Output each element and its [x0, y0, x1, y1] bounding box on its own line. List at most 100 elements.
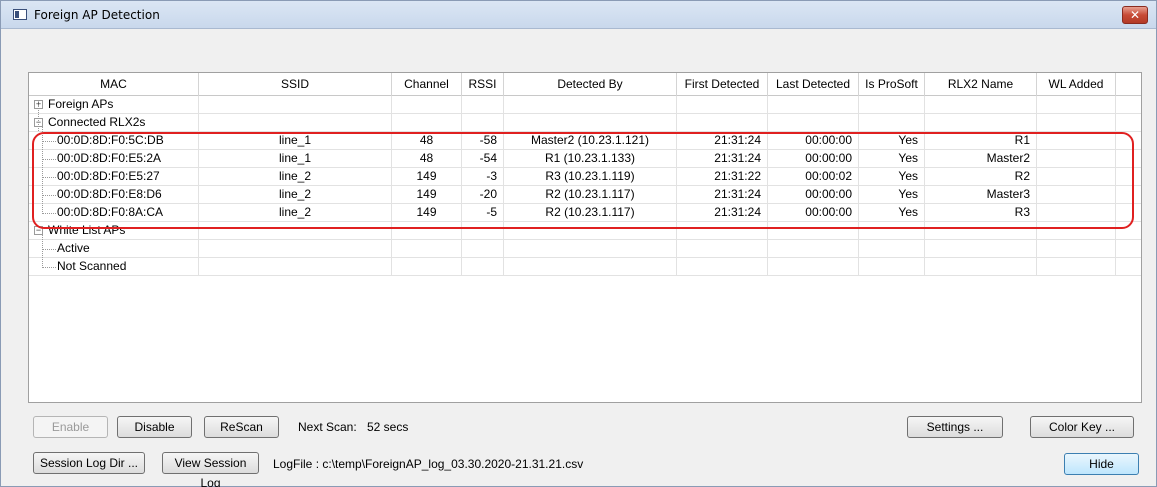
empty-cell: [1037, 114, 1116, 132]
empty-cell: [392, 222, 462, 240]
grid-header: MAC SSID Channel RSSI Detected By First …: [29, 73, 1141, 96]
detected-by-cell: R3 (10.23.1.119): [504, 168, 677, 186]
table-row[interactable]: 00:0D:8D:F0:E8:D6 line_2 149 -20 R2 (10.…: [29, 186, 1141, 204]
empty-cell: [199, 222, 392, 240]
col-header-detected-by[interactable]: Detected By: [504, 73, 677, 96]
item-label: Active: [57, 241, 90, 255]
last-detected-cell: 00:00:00: [768, 132, 859, 150]
empty-cell: [504, 258, 677, 276]
table-row[interactable]: 00:0D:8D:F0:E5:2A line_1 48 -54 R1 (10.2…: [29, 150, 1141, 168]
view-session-log-button[interactable]: View Session Log: [162, 452, 259, 487]
empty-cell: [677, 222, 768, 240]
ssid-cell: line_1: [199, 132, 392, 150]
first-detected-cell: 21:31:24: [677, 132, 768, 150]
ssid-cell: line_1: [199, 150, 392, 168]
channel-cell: 149: [392, 186, 462, 204]
disable-button[interactable]: Disable: [117, 416, 192, 438]
first-detected-cell: 21:31:22: [677, 168, 768, 186]
last-detected-cell: 00:00:00: [768, 150, 859, 168]
col-header-ssid[interactable]: SSID: [199, 73, 392, 96]
empty-cell: [462, 240, 504, 258]
group-label: Connected RLX2s: [48, 115, 146, 129]
rssi-cell: -54: [462, 150, 504, 168]
ap-grid[interactable]: MAC SSID Channel RSSI Detected By First …: [28, 72, 1142, 403]
empty-cell: [462, 222, 504, 240]
wl-added-cell: [1037, 186, 1116, 204]
tree-connector: [42, 159, 56, 160]
rssi-cell: -20: [462, 186, 504, 204]
group-cell: + Foreign APs: [29, 96, 199, 114]
collapse-icon[interactable]: −: [34, 226, 43, 235]
empty-cell: [925, 96, 1037, 114]
app-icon: [13, 9, 27, 20]
group-row-foreign-aps[interactable]: + Foreign APs: [29, 96, 1141, 114]
col-header-last-detected[interactable]: Last Detected: [768, 73, 859, 96]
session-log-dir-button[interactable]: Session Log Dir ...: [33, 452, 145, 474]
first-detected-cell: 21:31:24: [677, 150, 768, 168]
ssid-cell: line_2: [199, 186, 392, 204]
table-row[interactable]: 00:0D:8D:F0:8A:CA line_2 149 -5 R2 (10.2…: [29, 204, 1141, 222]
detected-by-cell: R2 (10.23.1.117): [504, 186, 677, 204]
is-prosoft-cell: Yes: [859, 186, 925, 204]
ssid-cell: line_2: [199, 168, 392, 186]
group-row-white-list-aps[interactable]: − White List APs: [29, 222, 1141, 240]
empty-cell: [677, 96, 768, 114]
empty-cell: [768, 114, 859, 132]
rssi-cell: -58: [462, 132, 504, 150]
close-button[interactable]: ✕: [1122, 6, 1148, 24]
col-header-rlx2-name[interactable]: RLX2 Name: [925, 73, 1037, 96]
empty-cell: [768, 222, 859, 240]
group-cell: − White List APs: [29, 222, 199, 240]
tree-connector: [42, 249, 56, 250]
group-row-connected-rlx2s[interactable]: − Connected RLX2s: [29, 114, 1141, 132]
table-row[interactable]: 00:0D:8D:F0:5C:DB line_1 48 -58 Master2 …: [29, 132, 1141, 150]
foreign-ap-detection-window: Foreign AP Detection ✕ MAC SSID Channel …: [0, 0, 1157, 487]
col-header-rssi[interactable]: RSSI: [462, 73, 504, 96]
empty-cell: [677, 258, 768, 276]
col-header-wl-added[interactable]: WL Added: [1037, 73, 1116, 96]
settings-button[interactable]: Settings ...: [907, 416, 1003, 438]
next-scan-value: 52 secs: [367, 420, 409, 434]
enable-button[interactable]: Enable: [33, 416, 108, 438]
tree-connector: [42, 141, 56, 142]
last-detected-cell: 00:00:00: [768, 186, 859, 204]
wl-added-cell: [1037, 168, 1116, 186]
rescan-button[interactable]: ReScan: [204, 416, 279, 438]
empty-cell: [859, 258, 925, 276]
color-key-button[interactable]: Color Key ...: [1030, 416, 1134, 438]
col-header-mac[interactable]: MAC: [29, 73, 199, 96]
empty-cell: [859, 222, 925, 240]
list-item-not-scanned[interactable]: Not Scanned: [29, 258, 1141, 276]
last-detected-cell: 00:00:00: [768, 204, 859, 222]
channel-cell: 48: [392, 132, 462, 150]
col-header-channel[interactable]: Channel: [392, 73, 462, 96]
mac-value: 00:0D:8D:F0:8A:CA: [57, 205, 164, 219]
tree-connector: [42, 267, 56, 268]
empty-cell: [392, 240, 462, 258]
empty-cell: [199, 96, 392, 114]
tree-connector: [42, 235, 43, 268]
empty-cell: [1037, 96, 1116, 114]
wl-added-cell: [1037, 132, 1116, 150]
table-row[interactable]: 00:0D:8D:F0:E5:27 line_2 149 -3 R3 (10.2…: [29, 168, 1141, 186]
is-prosoft-cell: Yes: [859, 150, 925, 168]
first-detected-cell: 21:31:24: [677, 186, 768, 204]
col-header-first-detected[interactable]: First Detected: [677, 73, 768, 96]
group-label: Foreign APs: [48, 97, 114, 111]
detected-by-cell: R1 (10.23.1.133): [504, 150, 677, 168]
logfile-path: LogFile : c:\temp\ForeignAP_log_03.30.20…: [273, 457, 584, 471]
title-bar: Foreign AP Detection ✕: [1, 1, 1156, 29]
list-item-active[interactable]: Active: [29, 240, 1141, 258]
empty-cell: [504, 96, 677, 114]
hide-button[interactable]: Hide: [1064, 453, 1139, 475]
item-label: Not Scanned: [57, 259, 127, 273]
col-header-is-prosoft[interactable]: Is ProSoft: [859, 73, 925, 96]
tree-connector: [42, 213, 56, 214]
empty-cell: [392, 114, 462, 132]
empty-cell: [677, 114, 768, 132]
is-prosoft-cell: Yes: [859, 204, 925, 222]
tree-connector: [38, 105, 39, 131]
channel-cell: 149: [392, 204, 462, 222]
rssi-cell: -3: [462, 168, 504, 186]
next-scan-label: Next Scan:: [298, 420, 357, 434]
